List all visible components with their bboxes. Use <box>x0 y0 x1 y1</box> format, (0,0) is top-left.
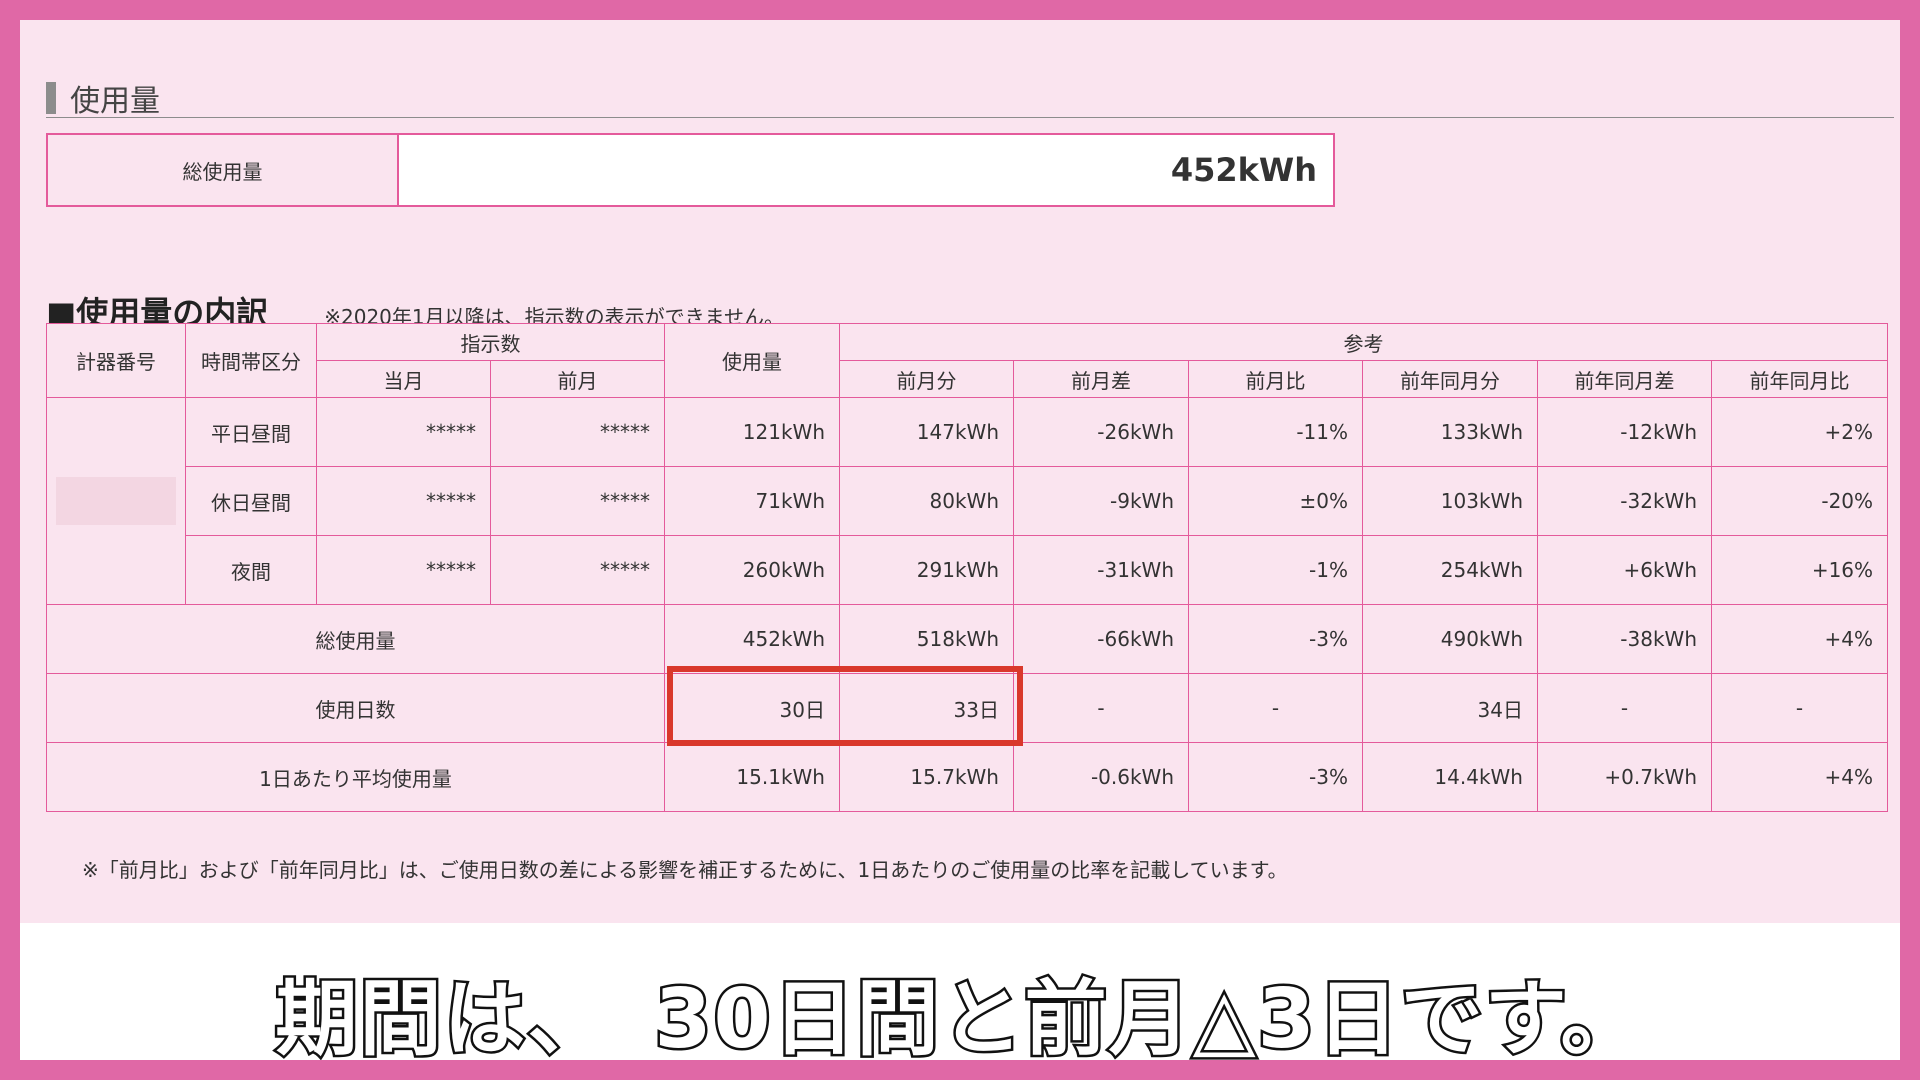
summary-label: 1日あたり平均使用量 <box>46 742 665 812</box>
usage-cell: 260kWh <box>664 535 840 605</box>
prev-year-diff-cell: +0.7kWh <box>1537 742 1712 812</box>
header-reading-current: 当月 <box>316 360 491 398</box>
prev-year-diff-cell: -38kWh <box>1537 604 1712 674</box>
prev-year-ratio-cell: -20% <box>1710 466 1889 536</box>
prev-ratio-cell: ±0% <box>1188 466 1363 536</box>
table-row: 夜間 ***** ***** 260kWh 291kWh -31kWh -1% … <box>47 535 1889 605</box>
total-usage-box: 総使用量 452kWh <box>46 133 1335 207</box>
header-timeband: 時間帯区分 <box>185 323 317 398</box>
table-row: 休日昼間 ***** ***** 71kWh 80kWh -9kWh ±0% 1… <box>47 466 1889 536</box>
table-row: 平日昼間 ***** ***** 121kWh 147kWh -26kWh -1… <box>46 397 1889 605</box>
video-caption: 期間は、 30日間と前月△3日です。 <box>273 970 1645 1061</box>
prev-year-cell: 34日 <box>1362 673 1538 743</box>
header-reading-prev: 前月 <box>490 360 665 398</box>
redacted-meter-number <box>56 477 176 525</box>
prev-diff-cell: -66kWh <box>1013 604 1189 674</box>
summary-row-total: 総使用量 452kWh 518kWh -66kWh -3% 490kWh -38… <box>46 604 1889 674</box>
prev-diff-cell: -9kWh <box>1013 466 1189 536</box>
prev-year-diff-cell: -12kWh <box>1537 397 1712 467</box>
header-usage: 使用量 <box>664 323 840 398</box>
prev-month-cell: 147kWh <box>839 397 1014 467</box>
prev-diff-cell: - <box>1013 673 1189 743</box>
section-bar-icon <box>46 81 56 114</box>
timeband-cell: 夜間 <box>185 535 317 605</box>
prev-year-ratio-cell: +4% <box>1710 604 1889 674</box>
usage-section-header: 使用量 <box>46 78 1894 119</box>
prev-month-cell: 291kWh <box>839 535 1014 605</box>
video-frame: 使用量 総使用量 452kWh ■使用量の内訳 ※2020年1月以降は、指示数の… <box>20 20 1900 1060</box>
reading-current-cell: ***** <box>316 397 491 467</box>
prev-year-cell: 254kWh <box>1362 535 1538 605</box>
prev-year-cell: 490kWh <box>1362 604 1538 674</box>
prev-year-cell: 103kWh <box>1362 466 1538 536</box>
prev-month-cell: 15.7kWh <box>839 742 1014 812</box>
summary-label: 総使用量 <box>46 604 665 674</box>
prev-year-cell: 133kWh <box>1362 397 1538 467</box>
header-prev-diff: 前月差 <box>1013 360 1189 398</box>
header-reading: 指示数 <box>316 323 665 361</box>
days-highlight-box <box>667 666 1023 746</box>
prev-year-ratio-cell: +2% <box>1710 397 1889 467</box>
header-meter: 計器番号 <box>46 323 186 398</box>
prev-ratio-cell: -3% <box>1188 742 1363 812</box>
header-prev-year: 前年同月分 <box>1362 360 1538 398</box>
header-prev-ratio: 前月比 <box>1188 360 1363 398</box>
prev-ratio-cell: -11% <box>1188 397 1363 467</box>
usage-cell: 121kWh <box>664 397 840 467</box>
usage-panel: 使用量 総使用量 452kWh ■使用量の内訳 ※2020年1月以降は、指示数の… <box>20 20 1900 923</box>
reading-prev-cell: ***** <box>490 466 665 536</box>
usage-cell: 15.1kWh <box>664 742 840 812</box>
prev-diff-cell: -0.6kWh <box>1013 742 1189 812</box>
prev-year-ratio-cell: +4% <box>1710 742 1889 812</box>
reading-current-cell: ***** <box>316 535 491 605</box>
prev-month-cell: 518kWh <box>839 604 1014 674</box>
prev-ratio-cell: -1% <box>1188 535 1363 605</box>
timeband-cell: 休日昼間 <box>185 466 317 536</box>
prev-diff-cell: -26kWh <box>1013 397 1189 467</box>
prev-ratio-cell: - <box>1188 673 1363 743</box>
section-title: 使用量 <box>70 83 160 119</box>
prev-year-ratio-cell: +16% <box>1710 535 1889 605</box>
summary-label: 使用日数 <box>46 673 665 743</box>
prev-ratio-cell: -3% <box>1188 604 1363 674</box>
header-prev-year-diff: 前年同月差 <box>1537 360 1712 398</box>
usage-cell: 71kWh <box>664 466 840 536</box>
footnote: ※「前月比」および「前年同月比」は、ご使用日数の差による影響を補正するために、1… <box>82 858 1288 882</box>
header-prev-month: 前月分 <box>839 360 1014 398</box>
prev-year-diff-cell: -32kWh <box>1537 466 1712 536</box>
total-usage-label: 総使用量 <box>48 135 399 205</box>
header-reference: 参考 <box>838 323 1889 361</box>
prev-year-cell: 14.4kWh <box>1362 742 1538 812</box>
total-usage-value: 452kWh <box>1170 151 1317 189</box>
summary-row-average: 1日あたり平均使用量 15.1kWh 15.7kWh -0.6kWh -3% 1… <box>46 742 1889 812</box>
header-prev-year-ratio: 前年同月比 <box>1710 360 1889 398</box>
reading-current-cell: ***** <box>316 466 491 536</box>
reading-prev-cell: ***** <box>490 397 665 467</box>
usage-cell: 452kWh <box>664 604 840 674</box>
prev-diff-cell: -31kWh <box>1013 535 1189 605</box>
prev-year-diff-cell: - <box>1537 673 1712 743</box>
meter-number-cell <box>46 397 186 605</box>
reading-prev-cell: ***** <box>490 535 665 605</box>
prev-month-cell: 80kWh <box>839 466 1014 536</box>
prev-year-diff-cell: +6kWh <box>1537 535 1712 605</box>
timeband-cell: 平日昼間 <box>185 397 317 467</box>
prev-year-ratio-cell: - <box>1710 673 1889 743</box>
